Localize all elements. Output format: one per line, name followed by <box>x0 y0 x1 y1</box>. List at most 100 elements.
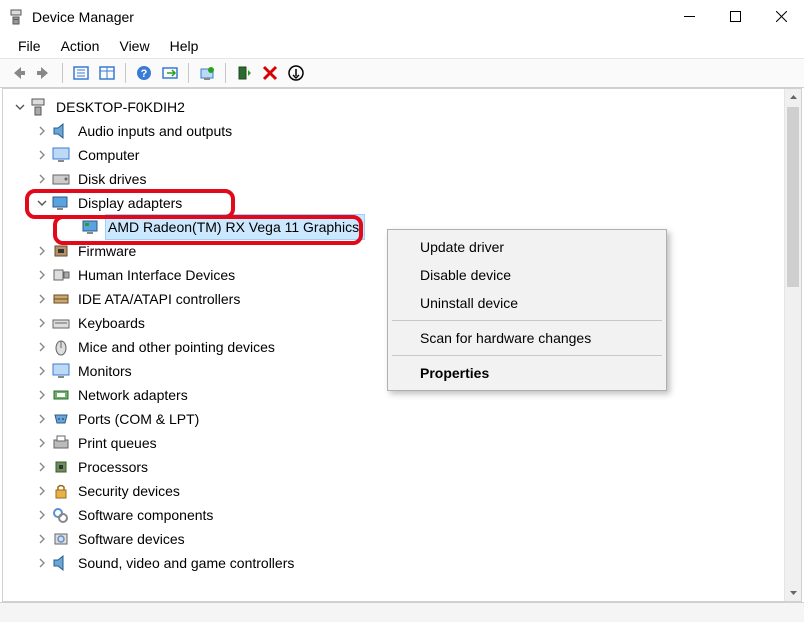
tree-item-processors[interactable]: Processors <box>7 455 797 479</box>
tree-item-label: Disk drives <box>78 167 146 191</box>
tree-item-label: Computer <box>78 143 139 167</box>
ctx-scan-hardware[interactable]: Scan for hardware changes <box>390 324 664 352</box>
scrollbar-thumb[interactable] <box>787 107 799 287</box>
scan-button[interactable] <box>158 61 182 85</box>
tree-root[interactable]: DESKTOP-F0KDIH2 <box>7 95 797 119</box>
tree-item-label: Human Interface Devices <box>78 263 235 287</box>
update-driver-button[interactable] <box>195 61 219 85</box>
tree-item-display[interactable]: Display adapters <box>7 191 797 215</box>
menu-help[interactable]: Help <box>160 36 209 56</box>
tree-item-label: Software components <box>78 503 213 527</box>
network-icon <box>51 386 71 404</box>
tree-item-computer[interactable]: Computer <box>7 143 797 167</box>
printer-icon <box>51 434 71 452</box>
ctx-separator <box>392 355 662 356</box>
properties-button[interactable] <box>95 61 119 85</box>
device-tree-pane: DESKTOP-F0KDIH2 Audio inputs and outputs… <box>2 88 802 602</box>
disk-icon <box>51 170 71 188</box>
ctx-update-driver[interactable]: Update driver <box>390 233 664 261</box>
chevron-right-icon[interactable] <box>35 364 49 378</box>
tree-item-security[interactable]: Security devices <box>7 479 797 503</box>
tree-item-ports[interactable]: Ports (COM & LPT) <box>7 407 797 431</box>
chevron-right-icon[interactable] <box>35 340 49 354</box>
speaker-icon <box>51 554 71 572</box>
tree-item-label: Mice and other pointing devices <box>78 335 275 359</box>
tree-item-label: IDE ATA/ATAPI controllers <box>78 287 240 311</box>
disable-device-button[interactable] <box>284 61 308 85</box>
chevron-right-icon[interactable] <box>35 412 49 426</box>
port-icon <box>51 410 71 428</box>
uninstall-device-button[interactable] <box>258 61 282 85</box>
tree-item-label: Sound, video and game controllers <box>78 551 294 575</box>
chevron-right-icon[interactable] <box>35 316 49 330</box>
chevron-right-icon[interactable] <box>35 268 49 282</box>
vertical-scrollbar[interactable] <box>784 89 801 601</box>
ctx-disable-device[interactable]: Disable device <box>390 261 664 289</box>
tree-item-label: Monitors <box>78 359 132 383</box>
chevron-right-icon[interactable] <box>35 244 49 258</box>
scroll-up-arrow-icon[interactable] <box>785 89 801 106</box>
chip-icon <box>51 242 71 260</box>
keyboard-icon <box>51 314 71 332</box>
menu-file[interactable]: File <box>8 36 51 56</box>
gear-stack-icon <box>51 506 71 524</box>
chevron-right-icon[interactable] <box>35 508 49 522</box>
chevron-right-icon[interactable] <box>35 460 49 474</box>
chevron-right-icon[interactable] <box>35 388 49 402</box>
minimize-button[interactable] <box>666 0 712 34</box>
chevron-right-icon[interactable] <box>35 148 49 162</box>
expander-empty <box>65 220 79 234</box>
title-bar: Device Manager <box>0 0 804 34</box>
tree-item-label: Software devices <box>78 527 185 551</box>
toolbar-separator <box>225 63 226 83</box>
window-title: Device Manager <box>32 9 666 25</box>
chevron-right-icon[interactable] <box>35 172 49 186</box>
tree-item-audio[interactable]: Audio inputs and outputs <box>7 119 797 143</box>
tree-item-label: Firmware <box>78 239 136 263</box>
enable-device-button[interactable] <box>232 61 256 85</box>
mouse-icon <box>51 338 71 356</box>
tree-item-label: Print queues <box>78 431 157 455</box>
chevron-down-icon[interactable] <box>35 196 49 210</box>
chevron-right-icon[interactable] <box>35 484 49 498</box>
maximize-button[interactable] <box>712 0 758 34</box>
app-icon <box>8 9 24 25</box>
tree-item-label: Audio inputs and outputs <box>78 119 232 143</box>
tree-item-disk[interactable]: Disk drives <box>7 167 797 191</box>
scroll-down-arrow-icon[interactable] <box>785 584 801 601</box>
tree-item-printq[interactable]: Print queues <box>7 431 797 455</box>
menu-view[interactable]: View <box>109 36 159 56</box>
close-button[interactable] <box>758 0 804 34</box>
tree-item-label: Processors <box>78 455 148 479</box>
tree-item-label: Keyboards <box>78 311 145 335</box>
chevron-right-icon[interactable] <box>35 556 49 570</box>
tree-item-sound[interactable]: Sound, video and game controllers <box>7 551 797 575</box>
tree-item-label: Network adapters <box>78 383 188 407</box>
toolbar-separator <box>188 63 189 83</box>
toolbar-separator <box>62 63 63 83</box>
cpu-icon <box>51 458 71 476</box>
ctx-uninstall-device[interactable]: Uninstall device <box>390 289 664 317</box>
forward-button[interactable] <box>32 61 56 85</box>
computer-icon <box>29 98 49 116</box>
chevron-right-icon[interactable] <box>35 532 49 546</box>
monitor-icon <box>51 362 71 380</box>
tree-root-label: DESKTOP-F0KDIH2 <box>56 95 185 119</box>
gear-icon <box>51 530 71 548</box>
chevron-right-icon[interactable] <box>35 292 49 306</box>
chevron-right-icon[interactable] <box>35 436 49 450</box>
gpu-icon <box>81 218 101 236</box>
tree-item-swdev[interactable]: Software devices <box>7 527 797 551</box>
show-hidden-button[interactable] <box>69 61 93 85</box>
tree-item-label: Ports (COM & LPT) <box>78 407 199 431</box>
tree-item-label: AMD Radeon(TM) RX Vega 11 Graphics <box>108 215 359 239</box>
toolbar: ? <box>0 58 804 88</box>
help-button[interactable]: ? <box>132 61 156 85</box>
chevron-right-icon[interactable] <box>35 124 49 138</box>
back-button[interactable] <box>6 61 30 85</box>
ctx-properties[interactable]: Properties <box>390 359 664 387</box>
tree-item-label: Security devices <box>78 479 180 503</box>
menu-action[interactable]: Action <box>51 36 110 56</box>
chevron-down-icon[interactable] <box>13 100 27 114</box>
tree-item-swcomp[interactable]: Software components <box>7 503 797 527</box>
